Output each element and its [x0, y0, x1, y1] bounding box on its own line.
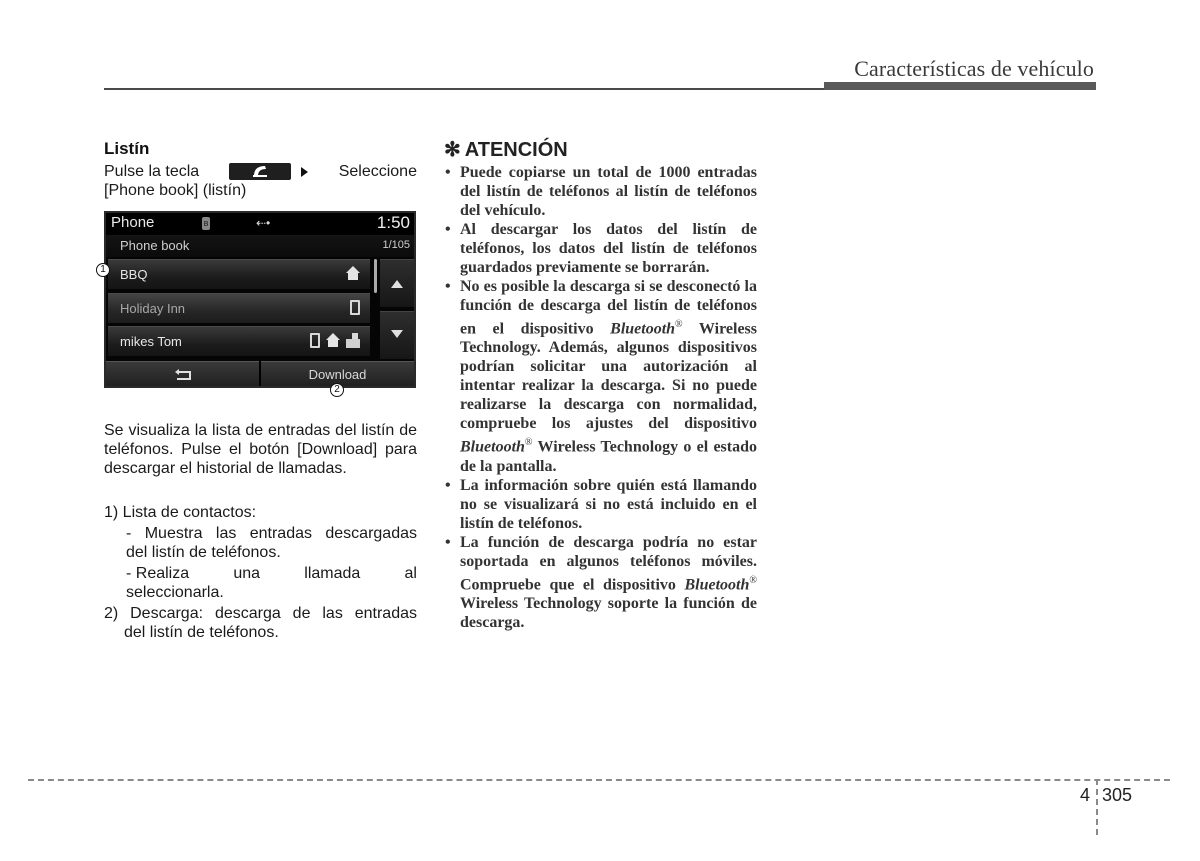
entry-counter: 1/105: [382, 239, 410, 251]
instruction-line-2: [Phone book] (listín): [104, 182, 247, 199]
list-subitem: - Muestra las entradas descargadas del l…: [104, 524, 417, 562]
subitem-text: del listín de teléfonos.: [126, 544, 281, 561]
scroll-down-button[interactable]: [380, 311, 414, 359]
page-number: 305: [1102, 785, 1133, 805]
list-item-label: 2) Descarga: descarga de las entradas: [104, 605, 417, 622]
phone-key-icon: [229, 163, 292, 180]
callout-2: 2: [330, 383, 344, 397]
attention-item: La función de descarga podría no estar s…: [444, 533, 757, 632]
description-paragraph: Se visualiza la lista de entradas del li…: [104, 422, 417, 477]
footer-divider: [28, 779, 1170, 781]
header-rule-accent: [824, 82, 1096, 90]
mobile-icon: [310, 333, 320, 348]
subitem-text: - Realiza una llamada al: [126, 564, 417, 583]
callout-1: 1: [96, 263, 110, 277]
instruction-text-pre: Pulse la tecla: [104, 163, 200, 180]
contact-row[interactable]: BBQ: [108, 259, 370, 289]
contact-name: Holiday Inn: [120, 301, 186, 316]
chapter-header-title: Características de vehículo: [854, 56, 1094, 81]
registered-mark: ®: [675, 319, 683, 330]
scroll-up-button[interactable]: [380, 259, 414, 307]
attention-box: ✻ ATENCIÓN Puede copiarse un total de 10…: [444, 138, 757, 632]
attention-item: No es posible la descarga si se desconec…: [444, 277, 757, 476]
screen-status-bar: Phone ʙ ⇠• 1:50: [106, 213, 414, 235]
numbered-list: 1) Lista de contactos: - Muestra las ent…: [104, 503, 417, 644]
word: - Realiza: [126, 565, 190, 582]
attention-item: Al descargar los datos del listín de tel…: [444, 220, 757, 277]
word: llamada: [304, 565, 361, 582]
office-icon: [346, 333, 360, 348]
arrow-up-icon: [391, 280, 403, 288]
mobile-icon: [350, 300, 360, 315]
attention-title: ✻ ATENCIÓN: [444, 138, 757, 162]
screen-clock: 1:50: [376, 213, 410, 232]
attention-item: Puede copiarse un total de 1000 entradas…: [444, 163, 757, 220]
phonebook-label: Phone book: [120, 238, 190, 253]
home-icon: [326, 333, 340, 348]
brand-name: Bluetooth: [684, 575, 750, 593]
arrow-down-icon: [391, 330, 403, 338]
attention-list: Puede copiarse un total de 1000 entradas…: [444, 163, 757, 632]
download-label: Download: [308, 367, 367, 382]
usb-icon: ⇠•: [256, 216, 271, 230]
contact-row[interactable]: mikes Tom: [108, 326, 370, 356]
screen-bottom-bar: Download: [106, 361, 414, 386]
brand-name: Bluetooth: [460, 438, 525, 456]
registered-mark: ®: [524, 437, 533, 449]
list-subitem: - Realiza una llamada al seleccionarla.: [104, 564, 417, 602]
chapter-number: 4: [1080, 785, 1091, 805]
contact-name: BBQ: [120, 267, 148, 282]
back-button[interactable]: [106, 361, 259, 386]
list-item: 1) Lista de contactos: - Muestra las ent…: [104, 503, 417, 602]
back-icon: [175, 369, 191, 380]
phonebook-screen: Phone ʙ ⇠• 1:50 Phone book 1/105 BBQ Hol…: [104, 211, 416, 388]
header-rule: [104, 88, 826, 90]
text-segment: Wireless Technology soporte la función d…: [460, 594, 757, 631]
bluetooth-icon: ʙ: [202, 217, 210, 230]
attention-title-text: ATENCIÓN: [464, 139, 568, 161]
scrollbar[interactable]: [374, 259, 377, 293]
screen-title: Phone: [111, 214, 155, 231]
word: una: [233, 565, 261, 582]
list-item-label: 1) Lista de contactos:: [104, 504, 257, 521]
screen-subheader: Phone book 1/105: [106, 235, 414, 257]
footer-page-divider: [1096, 779, 1098, 835]
play-arrow-icon: [301, 166, 309, 177]
contact-name: mikes Tom: [120, 334, 182, 349]
word: al: [404, 565, 417, 582]
section-title: Listín: [104, 139, 150, 158]
registered-mark: ®: [749, 574, 757, 586]
instruction-text-post: Seleccione: [338, 163, 417, 180]
asterisk-icon: ✻: [444, 139, 461, 161]
home-icon: [346, 266, 360, 281]
subitem-text: - Muestra las entradas descargadas: [126, 525, 417, 542]
left-column: Listín Pulse la tecla Seleccione [Phone …: [104, 138, 417, 200]
contact-row[interactable]: Holiday Inn: [108, 293, 370, 323]
list-item: 2) Descarga: descarga de las entradas de…: [104, 604, 417, 642]
instruction: Pulse la tecla Seleccione [Phone book] (…: [104, 162, 417, 200]
brand-name: Bluetooth: [610, 320, 676, 338]
subitem-text: seleccionarla.: [126, 584, 224, 601]
list-item-continuation: del listín de teléfonos.: [124, 624, 279, 641]
attention-item: La información sobre quién está llamando…: [444, 476, 757, 533]
